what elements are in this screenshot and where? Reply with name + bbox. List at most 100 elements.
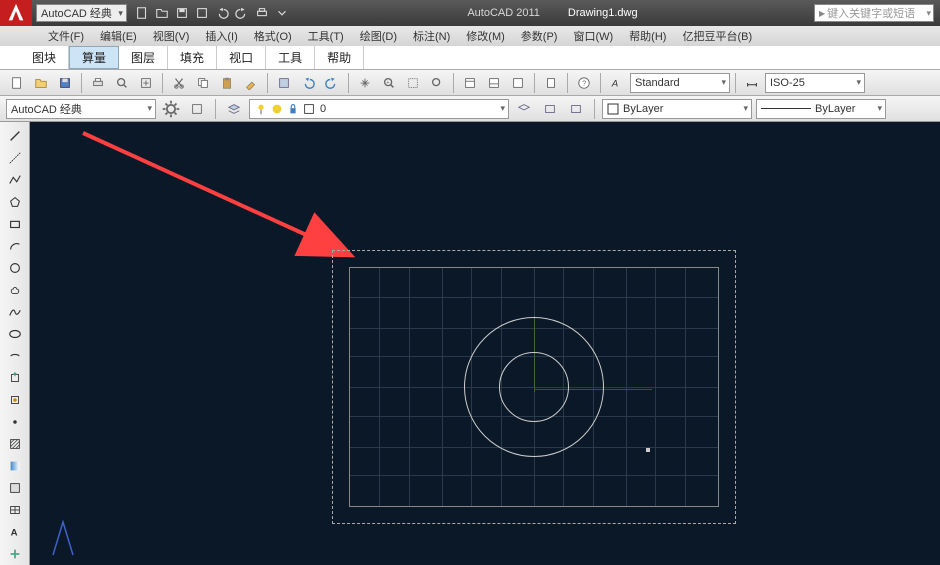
menu-draw[interactable]: 绘图(D) (352, 26, 405, 46)
separator (162, 73, 163, 93)
separator (600, 73, 601, 93)
menu-platform[interactable]: 亿把豆平台(B) (674, 26, 760, 46)
saveas-icon[interactable] (193, 4, 211, 22)
new-doc-icon[interactable] (6, 72, 28, 94)
drawing-canvas[interactable] (30, 122, 940, 565)
dimstyle-dropdown[interactable]: ISO-25 (765, 73, 865, 93)
make-block-icon[interactable] (4, 390, 26, 410)
menu-edit[interactable]: 编辑(E) (92, 26, 145, 46)
tab-viewport[interactable]: 视口 (217, 46, 266, 69)
tab-block[interactable]: 图块 (20, 46, 69, 69)
tab-help[interactable]: 帮助 (315, 46, 364, 69)
workspace-selector[interactable]: AutoCAD 经典 (36, 4, 127, 22)
menu-parametric[interactable]: 参数(P) (513, 26, 566, 46)
color-dropdown[interactable]: ByLayer (602, 99, 752, 119)
undo-tb-icon[interactable] (297, 72, 319, 94)
workspace-dropdown[interactable]: AutoCAD 经典 (6, 99, 156, 119)
arc-icon[interactable] (4, 236, 26, 256)
separator (453, 73, 454, 93)
layer-prev-icon[interactable] (513, 98, 535, 120)
insert-block-icon[interactable] (4, 368, 26, 388)
menu-insert[interactable]: 插入(I) (197, 26, 245, 46)
construction-line-icon[interactable] (4, 148, 26, 168)
print-icon[interactable] (253, 4, 271, 22)
textstyle-dropdown[interactable]: Standard (630, 73, 730, 93)
layer-manager-icon[interactable] (223, 98, 245, 120)
region-icon[interactable] (4, 478, 26, 498)
tab-layer[interactable]: 图层 (119, 46, 168, 69)
menu-help[interactable]: 帮助(H) (621, 26, 674, 46)
line-icon[interactable] (4, 126, 26, 146)
polygon-icon[interactable] (4, 192, 26, 212)
copy-icon[interactable] (192, 72, 214, 94)
zoom-window-icon[interactable] (402, 72, 424, 94)
redo-icon[interactable] (233, 4, 251, 22)
undo-icon[interactable] (213, 4, 231, 22)
menu-view[interactable]: 视图(V) (145, 26, 198, 46)
layer-iso-icon[interactable] (565, 98, 587, 120)
layer-dropdown[interactable]: 0 (249, 99, 509, 119)
polyline-icon[interactable] (4, 170, 26, 190)
calc-icon[interactable] (540, 72, 562, 94)
publish-icon[interactable] (135, 72, 157, 94)
rectangle-icon[interactable] (4, 214, 26, 234)
menu-dimension[interactable]: 标注(N) (405, 26, 458, 46)
open-icon[interactable] (153, 4, 171, 22)
spline-icon[interactable] (4, 302, 26, 322)
tab-hatch[interactable]: 填充 (168, 46, 217, 69)
gradient-icon[interactable] (4, 456, 26, 476)
matchprop-icon[interactable] (240, 72, 262, 94)
zoom-realtime-icon[interactable]: + (378, 72, 400, 94)
hatch-icon[interactable] (4, 434, 26, 454)
save-icon[interactable] (173, 4, 191, 22)
search-input[interactable]: 键入关键字或短语 ▾ (814, 4, 934, 22)
circle-icon[interactable] (4, 258, 26, 278)
pan-icon[interactable] (354, 72, 376, 94)
menu-modify[interactable]: 修改(M) (458, 26, 513, 46)
doc-name: Drawing1.dwg (568, 7, 638, 19)
new-icon[interactable] (133, 4, 151, 22)
table-icon[interactable] (4, 500, 26, 520)
svg-text:+: + (386, 79, 389, 85)
svg-text:A: A (611, 78, 618, 89)
ellipse-arc-icon[interactable] (4, 346, 26, 366)
tab-tools[interactable]: 工具 (266, 46, 315, 69)
menu-window[interactable]: 窗口(W) (565, 26, 621, 46)
app-logo[interactable] (0, 0, 32, 26)
draw-toolbar: A (0, 122, 30, 565)
plot-icon[interactable] (87, 72, 109, 94)
dimstyle-icon[interactable] (741, 72, 763, 94)
menu-tools[interactable]: 工具(T) (300, 26, 352, 46)
ellipse-icon[interactable] (4, 324, 26, 344)
svg-text:?: ? (582, 80, 586, 87)
gear-icon[interactable] (160, 98, 182, 120)
open-doc-icon[interactable] (30, 72, 52, 94)
point-icon[interactable] (4, 412, 26, 432)
redo-tb-icon[interactable] (321, 72, 343, 94)
menu-file[interactable]: 文件(F) (40, 26, 92, 46)
mtext-icon[interactable]: A (4, 522, 26, 542)
save-doc-icon[interactable] (54, 72, 76, 94)
props-icon[interactable] (459, 72, 481, 94)
svg-text:A: A (10, 528, 17, 539)
block-editor-icon[interactable] (273, 72, 295, 94)
cut-icon[interactable] (168, 72, 190, 94)
sheet-set-icon[interactable] (483, 72, 505, 94)
tab-measure[interactable]: 算量 (69, 46, 119, 69)
workspace-save-icon[interactable] (186, 98, 208, 120)
zoom-prev-icon[interactable] (426, 72, 448, 94)
layer-states-icon[interactable] (539, 98, 561, 120)
textstyle-icon[interactable]: A (606, 72, 628, 94)
add-selected-icon[interactable] (4, 544, 26, 564)
title-center: AutoCAD 2011 Drawing1.dwg (291, 7, 814, 19)
tool-palettes-icon[interactable] (507, 72, 529, 94)
qat-dropdown-icon[interactable] (273, 4, 291, 22)
revision-cloud-icon[interactable] (4, 280, 26, 300)
help-icon[interactable]: ? (573, 72, 595, 94)
app-name: AutoCAD 2011 (467, 7, 540, 19)
paste-icon[interactable] (216, 72, 238, 94)
menu-format[interactable]: 格式(O) (246, 26, 300, 46)
preview-icon[interactable] (111, 72, 133, 94)
linetype-dropdown[interactable]: ByLayer (756, 99, 886, 119)
dimstyle-value: ISO-25 (770, 77, 805, 89)
